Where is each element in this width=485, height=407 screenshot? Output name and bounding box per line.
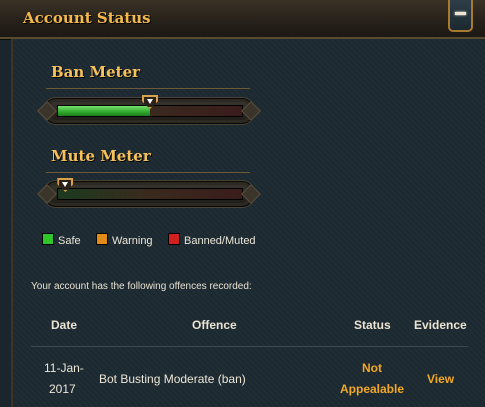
column-header-status: Status	[354, 318, 391, 332]
panel-header: Account Status	[0, 0, 485, 39]
mute-meter	[44, 178, 254, 207]
ban-meter-title: Ban Meter	[51, 63, 141, 81]
ban-meter	[44, 95, 254, 124]
mute-meter-marker-icon	[57, 178, 74, 192]
minus-icon	[455, 12, 466, 15]
legend-label: Warning	[112, 235, 153, 247]
mute-meter-track	[57, 178, 243, 200]
legend-label: Safe	[58, 235, 81, 247]
safe-swatch-icon	[42, 233, 54, 245]
column-header-evidence: Evidence	[414, 318, 467, 332]
panel-title: Account Status	[23, 9, 151, 27]
row-date-line1: 11-Jan-	[44, 361, 84, 375]
ban-meter-track	[57, 95, 243, 117]
legend-item-safe: Safe	[42, 233, 81, 247]
legend-label: Banned/Muted	[184, 235, 256, 247]
column-header-date: Date	[51, 318, 78, 332]
banned-swatch-icon	[168, 233, 180, 245]
view-evidence-link[interactable]: View	[427, 372, 454, 386]
row-date-line2: 2017	[49, 382, 76, 396]
offences-note: Your account has the following offences …	[31, 281, 252, 292]
legend-item-warning: Warning	[96, 233, 153, 247]
ban-meter-fill	[58, 106, 150, 116]
row-offence: Bot Busting Moderate (ban)	[99, 372, 246, 386]
column-header-offence: Offence	[192, 318, 237, 332]
mute-meter-divider	[46, 172, 250, 173]
ban-meter-divider	[46, 88, 250, 89]
header-divider	[31, 346, 468, 347]
row-status-line1: Not	[362, 361, 382, 375]
warning-swatch-icon	[96, 233, 108, 245]
account-status-panel	[11, 39, 485, 407]
legend-item-banned: Banned/Muted	[168, 233, 256, 247]
collapse-button[interactable]	[448, 0, 473, 32]
row-status-line2: Appealable	[340, 382, 405, 396]
mute-meter-title: Mute Meter	[51, 147, 151, 165]
